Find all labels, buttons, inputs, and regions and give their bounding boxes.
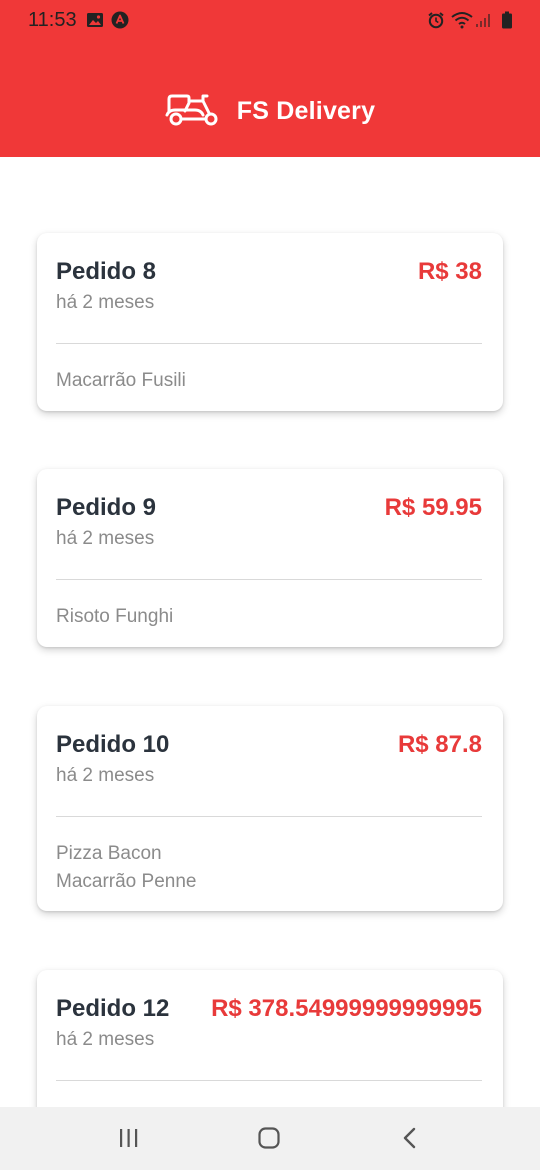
order-time: há 2 meses [56, 292, 155, 313]
order-price: R$ 59.95 [384, 494, 482, 521]
brand: FS Delivery [0, 88, 540, 134]
divider [56, 579, 482, 580]
recents-icon[interactable] [114, 1125, 144, 1153]
order-item: Pizza Bacon [56, 843, 162, 864]
system-nav-bar [0, 1107, 540, 1170]
app-notification-icon [111, 11, 129, 29]
app-title: FS Delivery [236, 96, 376, 125]
wifi-icon [451, 11, 473, 29]
order-title: Pedido 9 [56, 494, 157, 521]
order-card[interactable]: Pedido 9 R$ 59.95 há 2 meses Risoto Fung… [37, 469, 503, 647]
divider [56, 1080, 482, 1081]
back-icon[interactable] [395, 1125, 425, 1153]
order-item: Risoto Funghi [56, 606, 174, 627]
order-title: Pedido 8 [56, 258, 157, 285]
signal-icon [474, 11, 492, 29]
order-time: há 2 meses [56, 1029, 155, 1050]
order-items: Pizza Bacon Macarrão Penne [56, 840, 196, 896]
status-time: 11:53 [28, 9, 77, 31]
divider [56, 343, 482, 344]
order-title: Pedido 12 [56, 995, 170, 1022]
divider [56, 816, 482, 817]
order-time: há 2 meses [56, 765, 155, 786]
scooter-icon [165, 91, 221, 132]
home-icon[interactable] [254, 1125, 284, 1153]
order-items: Macarrão Fusili [56, 367, 186, 395]
app-header: 11:53 FS Delivery [0, 0, 540, 157]
alarm-icon [427, 11, 445, 29]
order-item: Macarrão Penne [56, 871, 197, 892]
order-card[interactable]: Pedido 10 R$ 87.8 há 2 meses Pizza Bacon… [37, 706, 503, 911]
order-title: Pedido 10 [56, 731, 170, 758]
order-price: R$ 378.54999999999995 [211, 995, 482, 1022]
battery-icon [500, 11, 514, 29]
order-price: R$ 87.8 [397, 731, 482, 758]
order-item: Macarrão Fusili [56, 370, 186, 391]
order-price: R$ 38 [417, 258, 482, 285]
order-card[interactable]: Pedido 8 R$ 38 há 2 meses Macarrão Fusil… [37, 233, 503, 411]
status-bar: 11:53 [0, 0, 540, 42]
image-notification-icon [86, 11, 104, 29]
order-time: há 2 meses [56, 528, 155, 549]
order-items: Risoto Funghi [56, 603, 173, 631]
